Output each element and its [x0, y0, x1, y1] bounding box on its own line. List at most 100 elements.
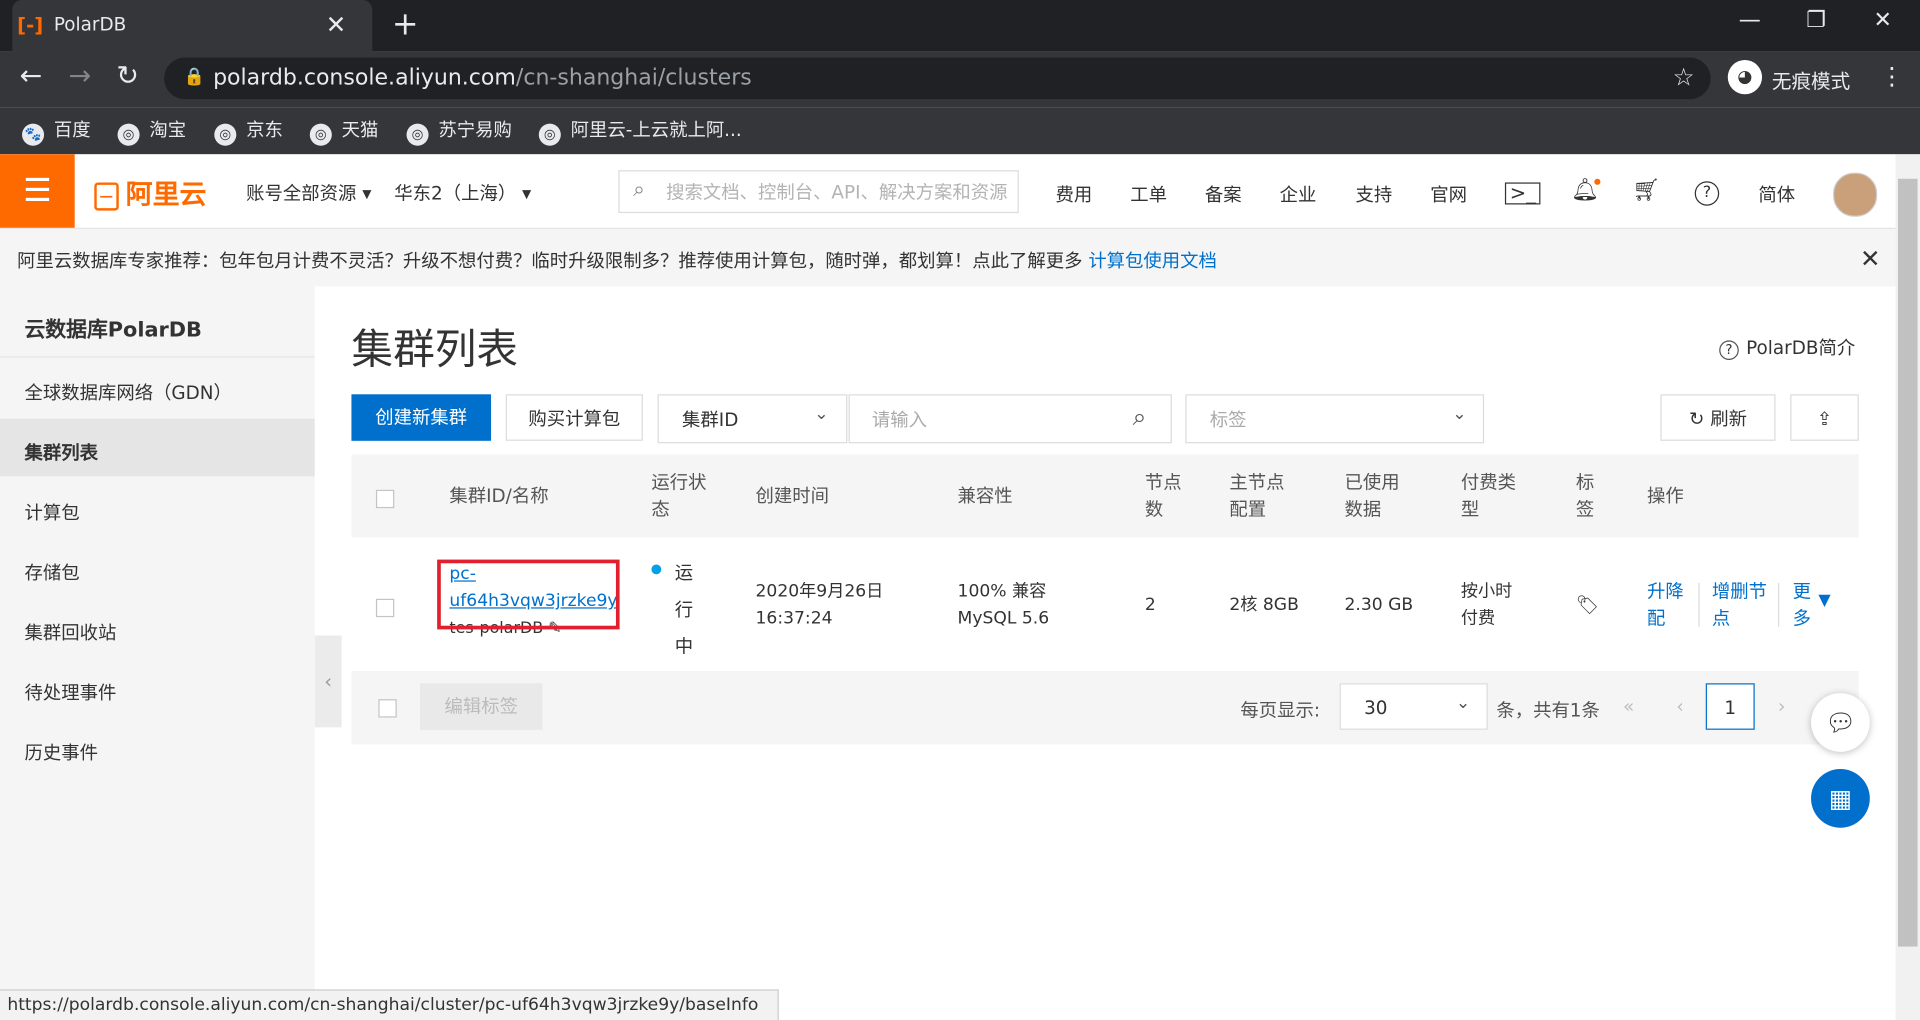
nav-tickets[interactable]: 工单 — [1130, 181, 1167, 207]
node-count: 2 — [1144, 595, 1156, 615]
nav-official-site[interactable]: 官网 — [1430, 181, 1467, 207]
chevron-down-icon: ⌄ — [1455, 693, 1471, 713]
col-status: 运行状态 — [651, 471, 707, 521]
col-spec: 主节点配置 — [1229, 471, 1285, 521]
refresh-icon: ↻ — [1688, 407, 1705, 430]
globe-icon: ◎ — [406, 123, 429, 146]
region-select[interactable]: 华东2（上海） ▾ — [394, 180, 531, 206]
notification-dot — [1594, 178, 1601, 185]
back-icon[interactable]: ← — [20, 61, 43, 92]
reload-icon[interactable]: ↻ — [116, 61, 139, 92]
divider — [1777, 582, 1780, 627]
url-text[interactable]: polardb.console.aliyun.com/cn-shanghai/c… — [213, 65, 752, 91]
sidebar-item-history-events[interactable]: 历史事件 — [24, 740, 97, 766]
terminal-icon[interactable]: >_ — [1504, 182, 1541, 205]
sidebar-item-storage-pack[interactable]: 存储包 — [24, 560, 79, 586]
edit-tags-button[interactable]: 编辑标签 — [420, 683, 543, 730]
nav-enterprise[interactable]: 企业 — [1280, 181, 1317, 207]
highlight-box — [437, 559, 620, 630]
account-scope-select[interactable]: 账号全部资源 ▾ — [246, 180, 371, 206]
col-tag: 标签 — [1575, 471, 1595, 521]
tab-title: PolarDB — [53, 13, 127, 36]
created-time: 2020年9月26日 16:37:24 — [755, 581, 884, 629]
prev-page-icon[interactable]: ‹ — [1656, 683, 1705, 730]
scrollbar-thumb[interactable] — [1897, 178, 1918, 947]
incognito-icon[interactable]: ◕ — [1727, 60, 1763, 95]
browser-menu-icon[interactable]: ⋮ — [1880, 61, 1904, 90]
globe-icon: ◎ — [538, 123, 561, 146]
filter-field-value: 集群ID — [682, 408, 739, 432]
bookmark-jd[interactable]: ◎ 京东 — [214, 116, 283, 146]
avatar[interactable] — [1833, 172, 1878, 217]
restore-window-icon[interactable]: ❐ — [1806, 7, 1826, 33]
filter-input-placeholder: 请输入 — [871, 408, 927, 432]
new-tab-icon[interactable]: + — [392, 6, 419, 43]
refresh-button[interactable]: ↻ 刷新 — [1660, 394, 1776, 441]
bookmark-star-icon[interactable]: ☆ — [1673, 62, 1695, 91]
close-tab-icon[interactable]: ✕ — [326, 10, 347, 39]
bookmark-taobao[interactable]: ◎ 淘宝 — [117, 116, 186, 146]
col-cluster-id: 集群ID/名称 — [449, 484, 549, 507]
bookmark-baidu[interactable]: 🐾 百度 — [22, 116, 91, 146]
polardb-intro-link[interactable]: ? PolarDB简介 — [1719, 334, 1855, 361]
add-remove-node-link[interactable]: 增删节点 — [1712, 578, 1771, 632]
globe-icon: ◎ — [309, 123, 332, 146]
compatibility: 100% 兼容 MySQL 5.6 — [957, 581, 1050, 629]
used-data: 2.30 GB — [1344, 595, 1414, 615]
nav-fees[interactable]: 费用 — [1056, 181, 1093, 207]
total-count: 条，共有1条 — [1496, 699, 1600, 722]
sidebar-item-pending-events[interactable]: 待处理事件 — [24, 680, 116, 706]
forward-icon[interactable]: → — [69, 61, 92, 92]
more-actions-link[interactable]: 更多 — [1793, 578, 1813, 632]
page-title: 集群列表 — [351, 325, 518, 375]
aliyun-logo-icon: [-] — [17, 13, 44, 37]
col-used: 已使用数据 — [1344, 471, 1400, 521]
sidebar-item-gdn[interactable]: 全球数据库网络（GDN） — [24, 380, 231, 406]
nav-support[interactable]: 支持 — [1356, 181, 1393, 207]
resize-config-link[interactable]: 升降配 — [1647, 578, 1689, 632]
apps-grid-icon[interactable]: ▦ — [1811, 768, 1870, 828]
minimize-window-icon[interactable]: — — [1739, 7, 1761, 33]
primary-node-spec: 2核 8GB — [1229, 595, 1299, 615]
bookmark-aliyun[interactable]: ◎ 阿里云-上云就上阿... — [538, 116, 742, 146]
footer-select-all-checkbox[interactable] — [378, 699, 397, 718]
tag-icon[interactable]: 🏷︎ — [1576, 591, 1599, 618]
row-checkbox[interactable] — [375, 598, 395, 618]
bookmark-suning[interactable]: ◎ 苏宁易购 — [406, 116, 512, 146]
close-window-icon[interactable]: ✕ — [1873, 7, 1891, 33]
page-size-value: 30 — [1364, 696, 1388, 719]
sidebar-collapse-icon[interactable]: ‹ — [314, 635, 342, 728]
select-all-checkbox[interactable] — [375, 489, 395, 509]
page-1-button[interactable]: 1 — [1705, 683, 1755, 730]
aliyun-brand-logo[interactable]: ─ 阿里云 — [94, 173, 207, 212]
sidebar-item-cluster-list[interactable]: 集群列表 — [24, 440, 97, 466]
search-placeholder: 搜索文档、控制台、API、解决方案和资源 — [666, 181, 1008, 204]
notice-link[interactable]: 计算包使用文档 — [1088, 250, 1217, 272]
create-cluster-button[interactable]: 创建新集群 — [351, 394, 492, 441]
next-page-icon[interactable]: › — [1757, 683, 1806, 730]
running-status-dot — [651, 564, 662, 575]
search-icon[interactable]: ⌕ — [1133, 402, 1147, 431]
sidebar-item-compute-pack[interactable]: 计算包 — [24, 500, 79, 526]
caret-down-icon: ▾ — [522, 182, 532, 205]
language-switch[interactable]: 简体 — [1758, 181, 1795, 207]
bookmark-tmall[interactable]: ◎ 天猫 — [309, 116, 378, 146]
first-page-icon[interactable]: « — [1604, 683, 1653, 730]
incognito-label[interactable]: 无痕模式 — [1772, 65, 1850, 94]
buy-compute-pack-button[interactable]: 购买计算包 — [505, 394, 643, 441]
browser-status-url: https://polardb.console.aliyun.com/cn-sh… — [0, 989, 779, 1020]
notice-text: 阿里云数据库专家推荐：包年包月计费不灵活？升级不想付费？临时升级限制多？推荐使用… — [17, 249, 1217, 272]
help-icon[interactable]: ? — [1694, 181, 1720, 206]
sidebar-item-recycle-bin[interactable]: 集群回收站 — [24, 620, 116, 646]
help-circle-icon: ? — [1719, 340, 1739, 361]
nav-icp[interactable]: 备案 — [1205, 181, 1242, 207]
menu-hamburger-icon[interactable]: ☰ — [0, 154, 75, 228]
caret-down-icon: ▾ — [362, 182, 372, 205]
cart-icon[interactable]: 🛒︎ — [1632, 178, 1660, 204]
close-notice-icon[interactable]: ✕ — [1860, 244, 1881, 273]
chat-icon[interactable]: 💬︎ — [1811, 693, 1870, 752]
tag-select-placeholder: 标签 — [1209, 408, 1247, 432]
caret-down-icon[interactable]: ▼ — [1818, 591, 1830, 609]
export-icon[interactable]: ⇪ — [1790, 394, 1859, 441]
lock-icon[interactable]: 🔒 — [184, 67, 205, 87]
